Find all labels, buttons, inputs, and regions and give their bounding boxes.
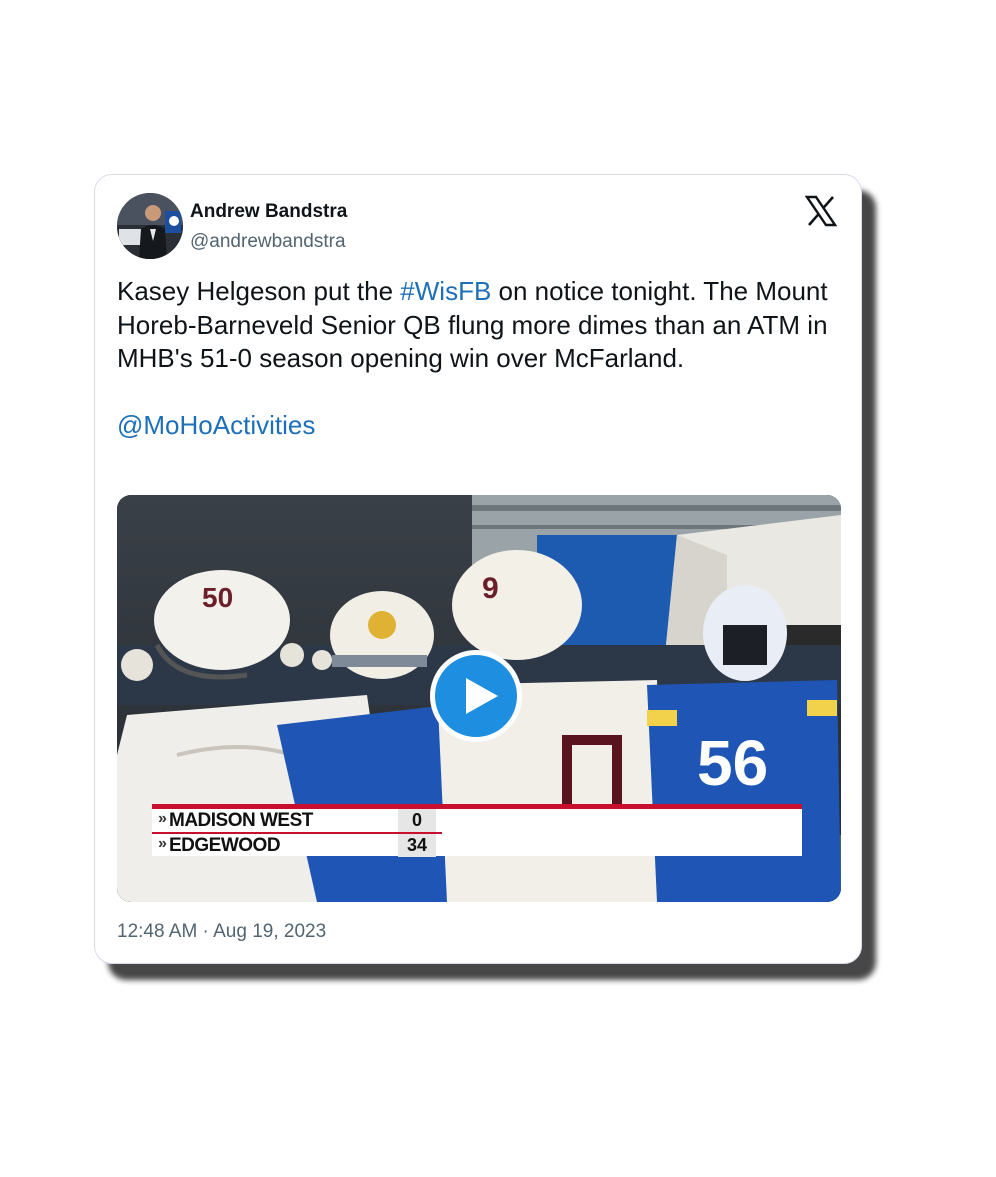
- tweet-paragraph: Kasey Helgeson put the #WisFB on notice …: [117, 275, 841, 376]
- hashtag-link[interactable]: #WisFB: [400, 276, 491, 306]
- video-player[interactable]: 50 9 56 » MADISON WEST 0 » EDGEWOOD 34: [117, 495, 841, 902]
- chevron-right-icon: »: [158, 835, 167, 852]
- chevron-right-icon: »: [158, 810, 167, 827]
- team-score: 34: [398, 834, 436, 857]
- team-name: EDGEWOOD: [169, 835, 281, 856]
- score-row: » MADISON WEST 0: [152, 809, 442, 834]
- helmet-number-50: 50: [202, 582, 233, 613]
- mention-link[interactable]: @MoHoActivities: [117, 410, 315, 440]
- tweet-body: Kasey Helgeson put the #WisFB on notice …: [117, 275, 841, 442]
- team-score: 0: [398, 809, 436, 832]
- play-button[interactable]: [430, 650, 522, 742]
- jersey-number-56: 56: [697, 727, 768, 799]
- scoreboard-overlay: » MADISON WEST 0 » EDGEWOOD 34: [152, 804, 802, 857]
- author-name[interactable]: Andrew Bandstra: [190, 201, 347, 223]
- tweet-timestamp[interactable]: 12:48 AM · Aug 19, 2023: [117, 921, 326, 943]
- helmet-number-9: 9: [482, 572, 499, 605]
- tweet-text-start: Kasey Helgeson put the: [117, 276, 401, 306]
- tweet-card: Andrew Bandstra @andrewbandstra Kasey He…: [94, 174, 862, 964]
- author-avatar[interactable]: [117, 193, 183, 259]
- x-logo-icon[interactable]: [804, 195, 838, 227]
- author-handle[interactable]: @andrewbandstra: [190, 231, 346, 253]
- play-icon: [466, 678, 498, 714]
- score-row: » EDGEWOOD 34: [152, 834, 442, 857]
- team-name: MADISON WEST: [169, 810, 313, 831]
- avatar-image: [117, 193, 183, 259]
